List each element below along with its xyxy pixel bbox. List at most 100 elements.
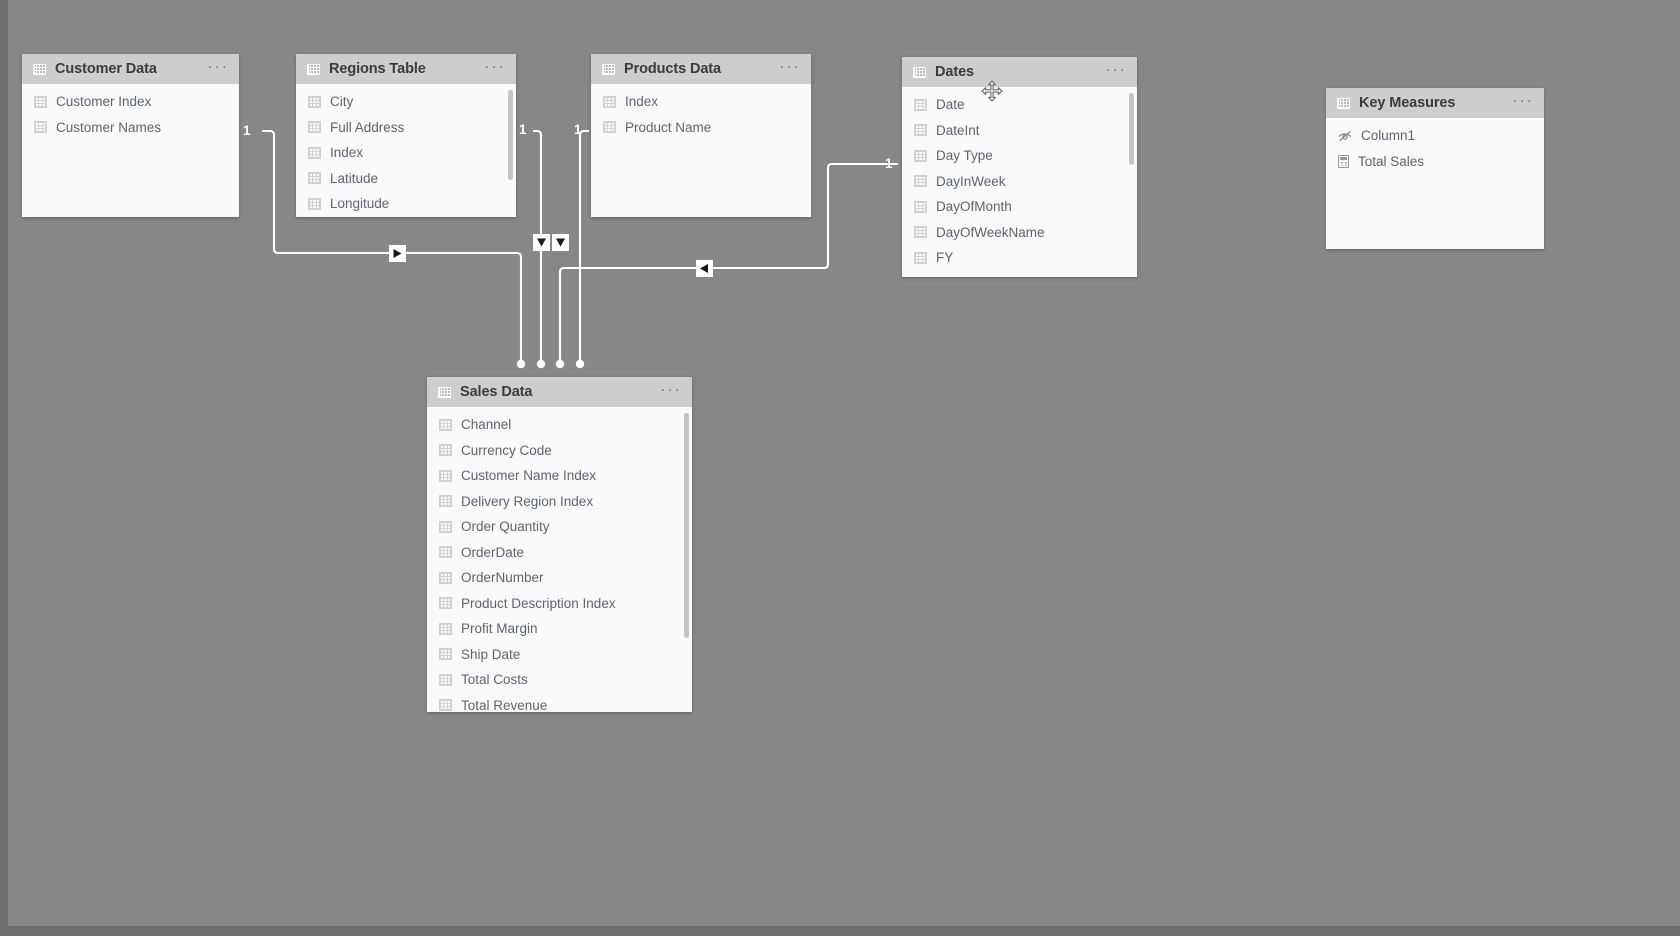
field-row[interactable]: Index: [296, 140, 516, 166]
field-row[interactable]: OrderNumber: [427, 565, 692, 591]
field-label: Day Type: [936, 148, 993, 164]
cross-filter-arrow-left-dates: [696, 260, 713, 277]
field-label: OrderNumber: [461, 570, 544, 586]
table-card-sales-data[interactable]: Sales Data ··· Channel Currency Code Custome…: [427, 377, 692, 712]
table-scrollbar[interactable]: [684, 413, 689, 638]
field-label: Index: [330, 145, 364, 161]
field-label: Delivery Region Index: [461, 493, 594, 509]
table-header-customer-data[interactable]: Customer Data ···: [22, 54, 239, 84]
field-row[interactable]: DayInWeek: [902, 169, 1137, 195]
field-row[interactable]: City: [296, 89, 516, 115]
field-row[interactable]: Index: [591, 89, 811, 115]
field-row[interactable]: OrderDate: [427, 540, 692, 566]
field-row[interactable]: Delivery Region Index: [427, 489, 692, 515]
field-label: DayOfMonth: [936, 199, 1012, 215]
table-scrollbar[interactable]: [1129, 93, 1134, 165]
column-icon: [439, 444, 452, 457]
field-label: Index: [625, 94, 659, 110]
column-icon: [439, 546, 452, 559]
column-icon: [439, 597, 452, 610]
field-row[interactable]: Date: [902, 92, 1137, 118]
column-icon: [308, 172, 321, 185]
table-card-key-measures[interactable]: Key Measures ··· Column1 Total Sales: [1326, 88, 1544, 249]
table-field-list-dates: Date DateInt Day Type DayInWeek DayOfMonth Da…: [902, 87, 1137, 271]
column-icon: [34, 121, 47, 134]
model-view-canvas[interactable]: 1 1 1 1 Customer Data ··· Customer Index Cu…: [0, 0, 1680, 936]
field-row[interactable]: DayOfWeekName: [902, 220, 1137, 246]
hidden-icon: [1338, 130, 1352, 142]
table-menu-button[interactable]: ···: [1512, 93, 1534, 110]
field-row[interactable]: Column1: [1326, 123, 1544, 149]
table-grid-icon: [438, 386, 451, 398]
column-icon: [439, 495, 452, 508]
column-icon: [308, 95, 321, 108]
table-menu-button[interactable]: ···: [484, 59, 506, 76]
column-icon: [914, 251, 927, 264]
column-icon: [603, 95, 616, 108]
column-icon: [439, 469, 452, 482]
column-icon: [914, 149, 927, 162]
table-grid-icon: [307, 63, 320, 75]
column-icon: [914, 98, 927, 111]
field-row[interactable]: Total Revenue: [427, 693, 692, 712]
column-icon: [308, 121, 321, 134]
field-row[interactable]: Day Type: [902, 143, 1137, 169]
cardinality-label-customer-data: 1: [243, 123, 251, 138]
table-card-customer-data[interactable]: Customer Data ··· Customer Index Customer N…: [22, 54, 239, 217]
field-label: DateInt: [936, 122, 980, 138]
field-row[interactable]: FY: [902, 245, 1137, 271]
table-title: Customer Data: [55, 61, 157, 77]
column-icon: [914, 175, 927, 188]
field-label: OrderDate: [461, 544, 525, 560]
field-label: DayInWeek: [936, 173, 1006, 189]
field-row[interactable]: Total Costs: [427, 667, 692, 693]
table-header-key-measures[interactable]: Key Measures ···: [1326, 88, 1544, 118]
field-row[interactable]: Product Description Index: [427, 591, 692, 617]
column-icon: [914, 200, 927, 213]
field-row[interactable]: Currency Code: [427, 438, 692, 464]
field-label: Date: [936, 97, 965, 113]
field-row[interactable]: Latitude: [296, 166, 516, 192]
table-card-dates[interactable]: Dates ··· Date DateInt Day Type DayInWeek DayO…: [902, 57, 1137, 277]
table-menu-button[interactable]: ···: [1105, 62, 1127, 79]
relationship-line-products-data: [578, 129, 589, 360]
field-label: City: [330, 94, 354, 110]
table-scrollbar[interactable]: [508, 90, 513, 180]
relationship-line-regions-table: [533, 129, 543, 360]
table-field-list-customer-data: Customer Index Customer Names: [22, 84, 239, 140]
field-row[interactable]: Product Name: [591, 115, 811, 141]
field-row[interactable]: Full Address: [296, 115, 516, 141]
field-row[interactable]: Customer Names: [22, 115, 239, 141]
field-label: Customer Name Index: [461, 468, 597, 484]
field-label: Full Address: [330, 119, 405, 135]
table-header-regions-table[interactable]: Regions Table ···: [296, 54, 516, 84]
table-header-sales-data[interactable]: Sales Data ···: [427, 377, 692, 407]
table-menu-button[interactable]: ···: [207, 59, 229, 76]
table-grid-icon: [1337, 97, 1350, 109]
field-row[interactable]: Channel: [427, 412, 692, 438]
field-row[interactable]: Longitude: [296, 191, 516, 217]
table-menu-button[interactable]: ···: [660, 382, 682, 399]
column-icon: [34, 95, 47, 108]
cross-filter-arrow-right-customer: [389, 245, 406, 262]
column-icon: [439, 699, 452, 712]
table-field-list-products-data: Index Product Name: [591, 84, 811, 140]
field-row[interactable]: Total Sales: [1326, 149, 1544, 175]
field-row[interactable]: Order Quantity: [427, 514, 692, 540]
field-row[interactable]: DayOfMonth: [902, 194, 1137, 220]
field-label: FY: [936, 250, 954, 266]
table-grid-icon: [602, 63, 615, 75]
field-row[interactable]: Ship Date: [427, 642, 692, 668]
table-field-list-sales-data: Channel Currency Code Customer Name Index D…: [427, 407, 692, 712]
table-header-dates[interactable]: Dates ···: [902, 57, 1137, 87]
field-row[interactable]: DateInt: [902, 118, 1137, 144]
table-card-regions-table[interactable]: Regions Table ··· City Full Address Index Lat…: [296, 54, 516, 217]
table-menu-button[interactable]: ···: [779, 59, 801, 76]
field-row[interactable]: Customer Index: [22, 89, 239, 115]
field-label: Total Costs: [461, 672, 528, 688]
field-row[interactable]: Customer Name Index: [427, 463, 692, 489]
field-row[interactable]: Profit Margin: [427, 616, 692, 642]
table-header-products-data[interactable]: Products Data ···: [591, 54, 811, 84]
column-icon: [308, 197, 321, 210]
table-card-products-data[interactable]: Products Data ··· Index Product Name: [591, 54, 811, 217]
